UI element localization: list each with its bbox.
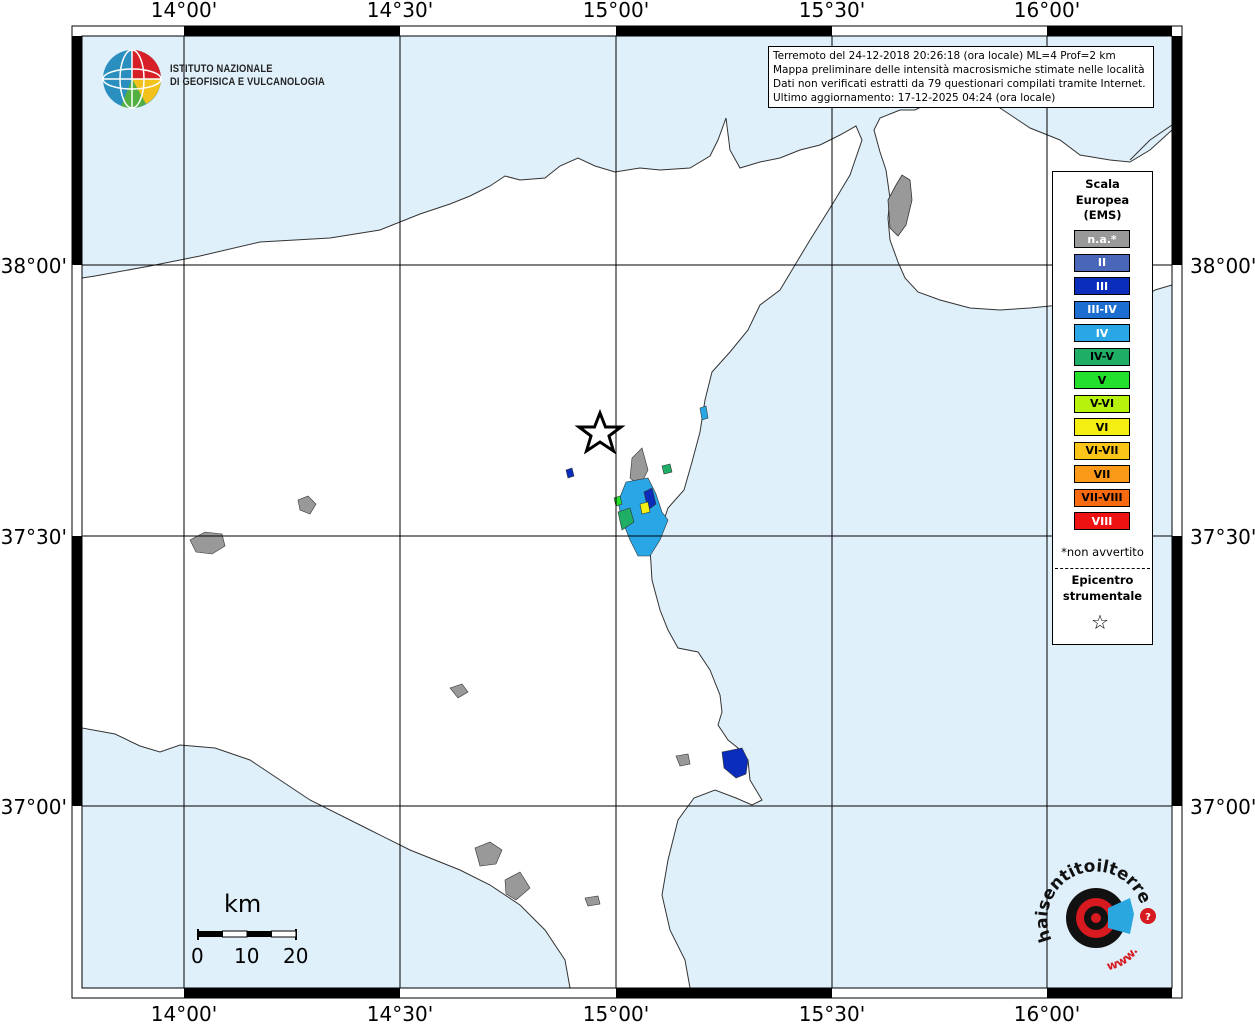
haisentito-logo-icon: haisentitoilterremoto.it www. ? xyxy=(1030,850,1156,973)
lon-label: 14°00' xyxy=(151,0,217,22)
axis-labels-left: 38°00' 37°30' 37°00' xyxy=(1,254,67,819)
legend-item: VII xyxy=(1074,465,1130,483)
legend-item: V xyxy=(1074,371,1130,389)
legend-item: III xyxy=(1074,277,1130,295)
scale-bar-graphic xyxy=(197,929,297,940)
legend-item: VII-VIII xyxy=(1074,488,1130,507)
lat-label: 38°00' xyxy=(1,254,67,278)
lat-label: 37°30' xyxy=(1,525,67,549)
legend-divider xyxy=(1055,568,1150,569)
lat-label: 37°00' xyxy=(1190,795,1255,819)
scale-bar-label: 20 xyxy=(283,944,309,968)
lon-label: 16°00' xyxy=(1014,1002,1080,1024)
lat-label: 38°00' xyxy=(1190,254,1255,278)
legend-title-line: Scala xyxy=(1085,177,1120,191)
legend-title: Scala Europea (EMS) xyxy=(1053,177,1152,224)
legend-note: *non avvertito xyxy=(1061,545,1144,559)
scale-bar-unit: km xyxy=(224,890,262,918)
svg-text:?: ? xyxy=(1145,912,1151,923)
patch-vi xyxy=(639,501,651,515)
logo-www-text: www. xyxy=(1105,944,1140,973)
lon-label: 15°00' xyxy=(583,1002,649,1024)
last-update: Ultimo aggiornamento: 17-12-2025 04:24 (… xyxy=(773,92,1056,104)
lon-label: 14°00' xyxy=(151,1002,217,1024)
lat-label: 37°00' xyxy=(1,795,67,819)
legend-item: n.a.* xyxy=(1074,230,1130,248)
axis-labels-bottom: 14°00' 14°30' 15°00' 15°30' 16°00' xyxy=(151,1002,1080,1024)
legend-item: II xyxy=(1074,253,1130,272)
legend-item: V-VI xyxy=(1074,394,1130,413)
legend-item: VI xyxy=(1074,418,1130,436)
legend-item: VI-VII xyxy=(1074,441,1130,460)
legend-items: n.a.* II III III-IV IV IV-V V V-VI VI VI-VII VII VI… xyxy=(1074,230,1130,536)
lon-label: 15°30' xyxy=(799,1002,865,1024)
lon-label: 14°30' xyxy=(367,0,433,22)
scale-bar-label: 10 xyxy=(234,944,260,968)
lon-label: 16°00' xyxy=(1014,0,1080,22)
ingv-line1: ISTITUTO NAZIONALE xyxy=(170,63,273,75)
legend-epicenter-label: Epicentro strumentale xyxy=(1053,572,1152,604)
legend-title-line: Europea xyxy=(1075,192,1130,207)
ingv-globe-icon xyxy=(102,49,162,109)
legend-title-line: (EMS) xyxy=(1083,208,1122,222)
legend-epicenter-line: strumentale xyxy=(1062,589,1143,603)
ingv-line2: DI GEOFISICA E VULCANOLOGIA xyxy=(170,76,325,88)
map-description: Mappa preliminare delle intensità macros… xyxy=(773,64,1145,76)
star-icon: ☆ xyxy=(1091,610,1109,634)
scale-bar-label: 0 xyxy=(191,944,204,968)
lon-label: 15°30' xyxy=(799,0,865,22)
lat-label: 37°30' xyxy=(1190,525,1255,549)
legend-item: IV xyxy=(1074,324,1130,342)
lon-label: 15°00' xyxy=(583,0,649,22)
axis-labels-top: 14°00' 14°30' 15°00' 15°30' 16°00' xyxy=(151,0,1080,22)
legend-item: III-IV xyxy=(1074,300,1130,319)
patch-iv-v xyxy=(661,463,673,475)
scale-bar: km 0 10 20 xyxy=(190,890,320,970)
legend-epicenter-line: Epicentro xyxy=(1071,573,1134,587)
patch-na xyxy=(584,895,601,907)
event-info-box: Terremoto del 24-12-2018 20:26:18 (ora l… xyxy=(768,46,1154,108)
ems-legend: Scala Europea (EMS) n.a.* II III III-IV IV IV… xyxy=(1052,171,1153,645)
event-line: Terremoto del 24-12-2018 20:26:18 (ora l… xyxy=(773,50,1116,62)
lon-label: 14°30' xyxy=(367,1002,433,1024)
legend-item: IV-V xyxy=(1074,347,1130,366)
legend-item: VIII xyxy=(1074,512,1130,530)
ingv-logo-text: ISTITUTO NAZIONALE DI GEOFISICA E VULCAN… xyxy=(170,63,325,89)
axis-labels-right: 38°00' 37°30' 37°00' xyxy=(1190,254,1255,819)
data-note: Dati non verificati estratti da 79 quest… xyxy=(773,78,1146,90)
